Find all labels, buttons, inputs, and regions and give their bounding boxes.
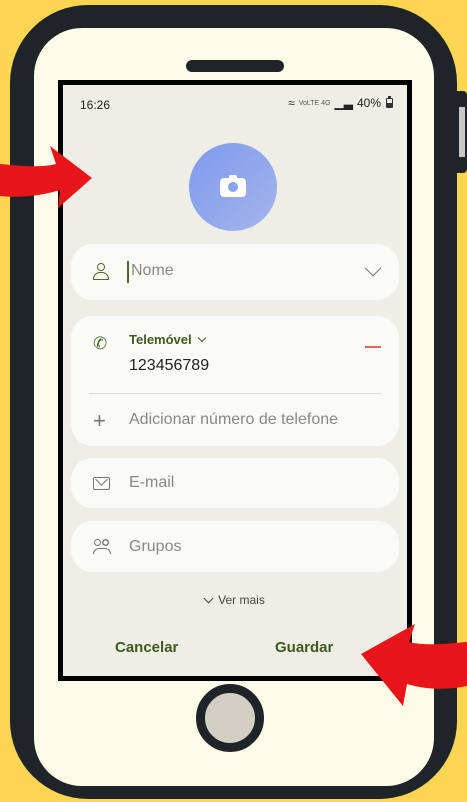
phone-type-label: Telemóvel bbox=[129, 332, 192, 347]
email-input[interactable]: E-mail bbox=[129, 474, 174, 492]
email-field[interactable]: E-mail bbox=[71, 458, 399, 508]
bottom-action-bar: Cancelar Guardar bbox=[63, 637, 407, 667]
phone-field-card: ✆ Telemóvel 123456789 + Adicionar número… bbox=[71, 316, 399, 446]
chevron-down-icon bbox=[197, 333, 206, 343]
status-icons: ≈ VoLTE 4G ▁▃ 40% bbox=[288, 96, 393, 110]
chevron-down-icon[interactable] bbox=[364, 259, 382, 277]
status-bar: 16:26 ≈ VoLTE 4G ▁▃ 40% bbox=[63, 85, 407, 121]
battery-percentage: 40% bbox=[356, 96, 381, 110]
arrow-pointer-right bbox=[361, 624, 467, 706]
phone-number-input[interactable]: 123456789 bbox=[129, 357, 209, 375]
groups-field[interactable]: Grupos bbox=[71, 521, 399, 572]
group-icon bbox=[93, 539, 111, 555]
chevron-down-icon bbox=[203, 593, 214, 603]
name-input[interactable]: Nome bbox=[131, 262, 174, 280]
cancel-button[interactable]: Cancelar bbox=[115, 639, 178, 656]
see-more-button[interactable]: Ver mais bbox=[63, 593, 407, 607]
arrow-pointer-left bbox=[0, 146, 92, 208]
divider bbox=[89, 393, 381, 394]
phone-type-dropdown[interactable]: Telemóvel bbox=[129, 332, 206, 347]
battery-icon bbox=[386, 96, 393, 108]
save-button[interactable]: Guardar bbox=[275, 639, 333, 656]
groups-input[interactable]: Grupos bbox=[129, 538, 181, 556]
person-icon bbox=[93, 263, 109, 280]
phone-screen: 16:26 ≈ VoLTE 4G ▁▃ 40% Nome ✆ Telemóvel bbox=[58, 80, 412, 681]
add-phone-button[interactable]: Adicionar número de telefone bbox=[129, 411, 338, 429]
wifi-icon: ≈ bbox=[288, 96, 295, 110]
phone-side-button bbox=[457, 91, 467, 173]
remove-phone-button[interactable] bbox=[365, 346, 381, 348]
phone-speaker bbox=[186, 60, 284, 72]
signal-icon: ▁▃ bbox=[334, 96, 353, 110]
home-button[interactable] bbox=[196, 684, 264, 752]
network-label: VoLTE 4G bbox=[298, 99, 331, 107]
plus-icon[interactable]: + bbox=[93, 408, 106, 434]
screen-content: 16:26 ≈ VoLTE 4G ▁▃ 40% Nome ✆ Telemóvel bbox=[63, 85, 407, 676]
text-cursor bbox=[127, 261, 129, 283]
status-time: 16:26 bbox=[80, 98, 111, 112]
see-more-label: Ver mais bbox=[218, 593, 265, 607]
mail-icon bbox=[93, 477, 110, 490]
phone-icon: ✆ bbox=[93, 334, 108, 353]
contact-photo-button[interactable] bbox=[189, 143, 277, 231]
name-field[interactable]: Nome bbox=[71, 244, 399, 300]
camera-icon bbox=[220, 174, 246, 197]
